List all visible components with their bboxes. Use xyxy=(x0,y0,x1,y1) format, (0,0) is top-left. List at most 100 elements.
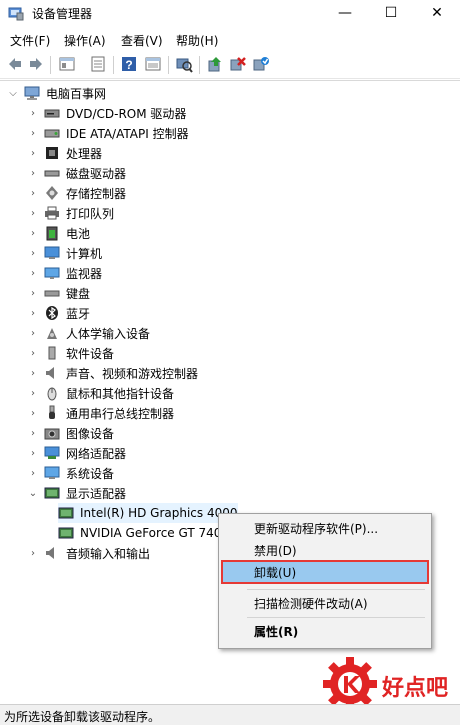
scan-hardware-icon[interactable] xyxy=(175,55,193,73)
status-bar: 为所选设备卸载该驱动程序。 xyxy=(0,704,460,725)
network-adapter-icon xyxy=(44,446,60,459)
menu-bar: 文件(F) 操作(A) 查看(V) 帮助(H) xyxy=(0,28,460,50)
keyboard-icon xyxy=(44,290,60,297)
chevron-right-icon[interactable]: › xyxy=(28,128,38,139)
tree-category[interactable]: › 处理器 xyxy=(28,143,102,163)
software-device-icon xyxy=(48,346,56,360)
tree-root[interactable]: ⌵ 电脑百事网 xyxy=(8,83,106,103)
tree-category[interactable]: › 人体学输入设备 xyxy=(28,323,150,343)
tree-category[interactable]: › DVD/CD-ROM 驱动器 xyxy=(28,103,186,123)
hid-icon xyxy=(47,328,57,339)
tree-category[interactable]: › 打印队列 xyxy=(28,203,114,223)
chevron-right-icon[interactable]: › xyxy=(28,348,38,359)
chevron-down-icon[interactable]: ⌵ xyxy=(8,88,18,99)
tree-category-expanded[interactable]: ⌄ 显示适配器 xyxy=(28,483,126,503)
dvd-drive-icon xyxy=(44,109,60,118)
update-driver-icon[interactable] xyxy=(206,55,224,73)
forward-icon[interactable] xyxy=(27,55,45,73)
chevron-right-icon[interactable]: › xyxy=(28,548,38,559)
tree-category[interactable]: › 系统设备 xyxy=(28,463,114,483)
menu-item-disable[interactable]: 禁用(D) xyxy=(221,539,429,561)
tree-category[interactable]: › IDE ATA/ATAPI 控制器 xyxy=(28,123,189,143)
minimize-button[interactable]: — xyxy=(322,0,368,26)
chevron-down-icon[interactable]: ⌄ xyxy=(28,488,38,499)
chevron-right-icon[interactable]: › xyxy=(28,248,38,259)
display-adapter-icon xyxy=(58,527,74,539)
camera-icon xyxy=(44,428,60,440)
tree-category[interactable]: › 键盘 xyxy=(28,283,90,303)
svg-text:?: ? xyxy=(125,58,132,72)
enable-device-icon[interactable] xyxy=(252,55,270,73)
printer-icon xyxy=(45,206,59,220)
chevron-right-icon[interactable]: › xyxy=(28,408,38,419)
chevron-right-icon[interactable]: › xyxy=(28,468,38,479)
chevron-right-icon[interactable]: › xyxy=(28,328,38,339)
menu-item-uninstall[interactable]: 卸载(U) xyxy=(221,560,429,584)
maximize-button[interactable]: ☐ xyxy=(368,0,414,26)
tree-category[interactable]: › 存储控制器 xyxy=(28,183,126,203)
tree-category[interactable]: › 声音、视频和游戏控制器 xyxy=(28,363,198,383)
chevron-right-icon[interactable]: › xyxy=(28,168,38,179)
chevron-right-icon[interactable]: › xyxy=(28,368,38,379)
display-adapter-icon xyxy=(58,507,74,519)
tree-category[interactable]: › 计算机 xyxy=(28,243,102,263)
toolbar: ? xyxy=(0,52,460,79)
menu-help[interactable]: 帮助(H) xyxy=(176,32,218,49)
uninstall-device-icon[interactable] xyxy=(229,55,247,73)
chevron-right-icon[interactable]: › xyxy=(28,188,38,199)
menu-item-update-driver[interactable]: 更新驱动程序软件(P)... xyxy=(221,517,429,539)
watermark-text: 好点吧 xyxy=(382,676,449,701)
menu-action[interactable]: 操作(A) xyxy=(64,32,106,49)
menu-separator xyxy=(247,617,425,618)
properties-sheet-icon[interactable] xyxy=(89,55,107,73)
menu-item-properties[interactable]: 属性(R) xyxy=(221,620,429,642)
speaker-icon xyxy=(46,547,54,559)
show-hide-tree-icon[interactable] xyxy=(58,55,76,73)
tree-device[interactable]: NVIDIA GeForce GT 740 xyxy=(58,523,221,543)
processor-icon xyxy=(46,147,58,159)
computer-icon xyxy=(44,246,60,259)
chevron-right-icon[interactable]: › xyxy=(28,148,38,159)
chevron-right-icon[interactable]: › xyxy=(28,308,38,319)
view-details-icon[interactable] xyxy=(144,55,162,73)
computer-icon xyxy=(24,86,40,100)
monitor-icon xyxy=(44,267,60,279)
back-icon[interactable] xyxy=(6,55,24,73)
chevron-right-icon[interactable]: › xyxy=(28,268,38,279)
menu-view[interactable]: 查看(V) xyxy=(121,32,163,49)
tree-category[interactable]: › 图像设备 xyxy=(28,423,114,443)
title-bar: 设备管理器 — ☐ ✕ xyxy=(0,0,460,26)
mouse-icon xyxy=(47,387,57,401)
tree-category[interactable]: › 磁盘驱动器 xyxy=(28,163,126,183)
chevron-right-icon[interactable]: › xyxy=(28,448,38,459)
device-manager-icon xyxy=(8,7,24,21)
chevron-right-icon[interactable]: › xyxy=(28,288,38,299)
help-icon[interactable]: ? xyxy=(120,55,138,73)
tree-category[interactable]: › 电池 xyxy=(28,223,90,243)
usb-icon xyxy=(49,405,55,419)
disk-drive-icon xyxy=(44,170,60,177)
close-button[interactable]: ✕ xyxy=(414,0,460,26)
chevron-right-icon[interactable]: › xyxy=(28,208,38,219)
tree-category[interactable]: › 通用串行总线控制器 xyxy=(28,403,174,423)
speaker-icon xyxy=(46,367,54,379)
menu-file[interactable]: 文件(F) xyxy=(10,32,50,49)
tree-category[interactable]: › 监视器 xyxy=(28,263,102,283)
context-menu: 更新驱动程序软件(P)... 禁用(D) 卸载(U) 扫描检测硬件改动(A) 属… xyxy=(218,513,432,649)
system-device-icon xyxy=(44,466,60,479)
toolbar-separator xyxy=(199,56,200,74)
status-text: 为所选设备卸载该驱动程序。 xyxy=(4,710,161,724)
chevron-right-icon[interactable]: › xyxy=(28,388,38,399)
chevron-right-icon[interactable]: › xyxy=(28,428,38,439)
chevron-right-icon[interactable]: › xyxy=(28,108,38,119)
display-adapter-icon xyxy=(44,487,60,499)
tree-category[interactable]: › 音频输入和输出 xyxy=(28,543,150,563)
chevron-right-icon[interactable]: › xyxy=(28,228,38,239)
tree-device-selected[interactable]: Intel(R) HD Graphics 4000 xyxy=(58,503,238,523)
toolbar-separator xyxy=(50,56,51,74)
tree-category[interactable]: › 网络适配器 xyxy=(28,443,126,463)
menu-item-scan-hardware[interactable]: 扫描检测硬件改动(A) xyxy=(221,592,429,614)
tree-category[interactable]: › 软件设备 xyxy=(28,343,114,363)
tree-category[interactable]: › 鼠标和其他指针设备 xyxy=(28,383,174,403)
tree-category[interactable]: › 蓝牙 xyxy=(28,303,90,323)
